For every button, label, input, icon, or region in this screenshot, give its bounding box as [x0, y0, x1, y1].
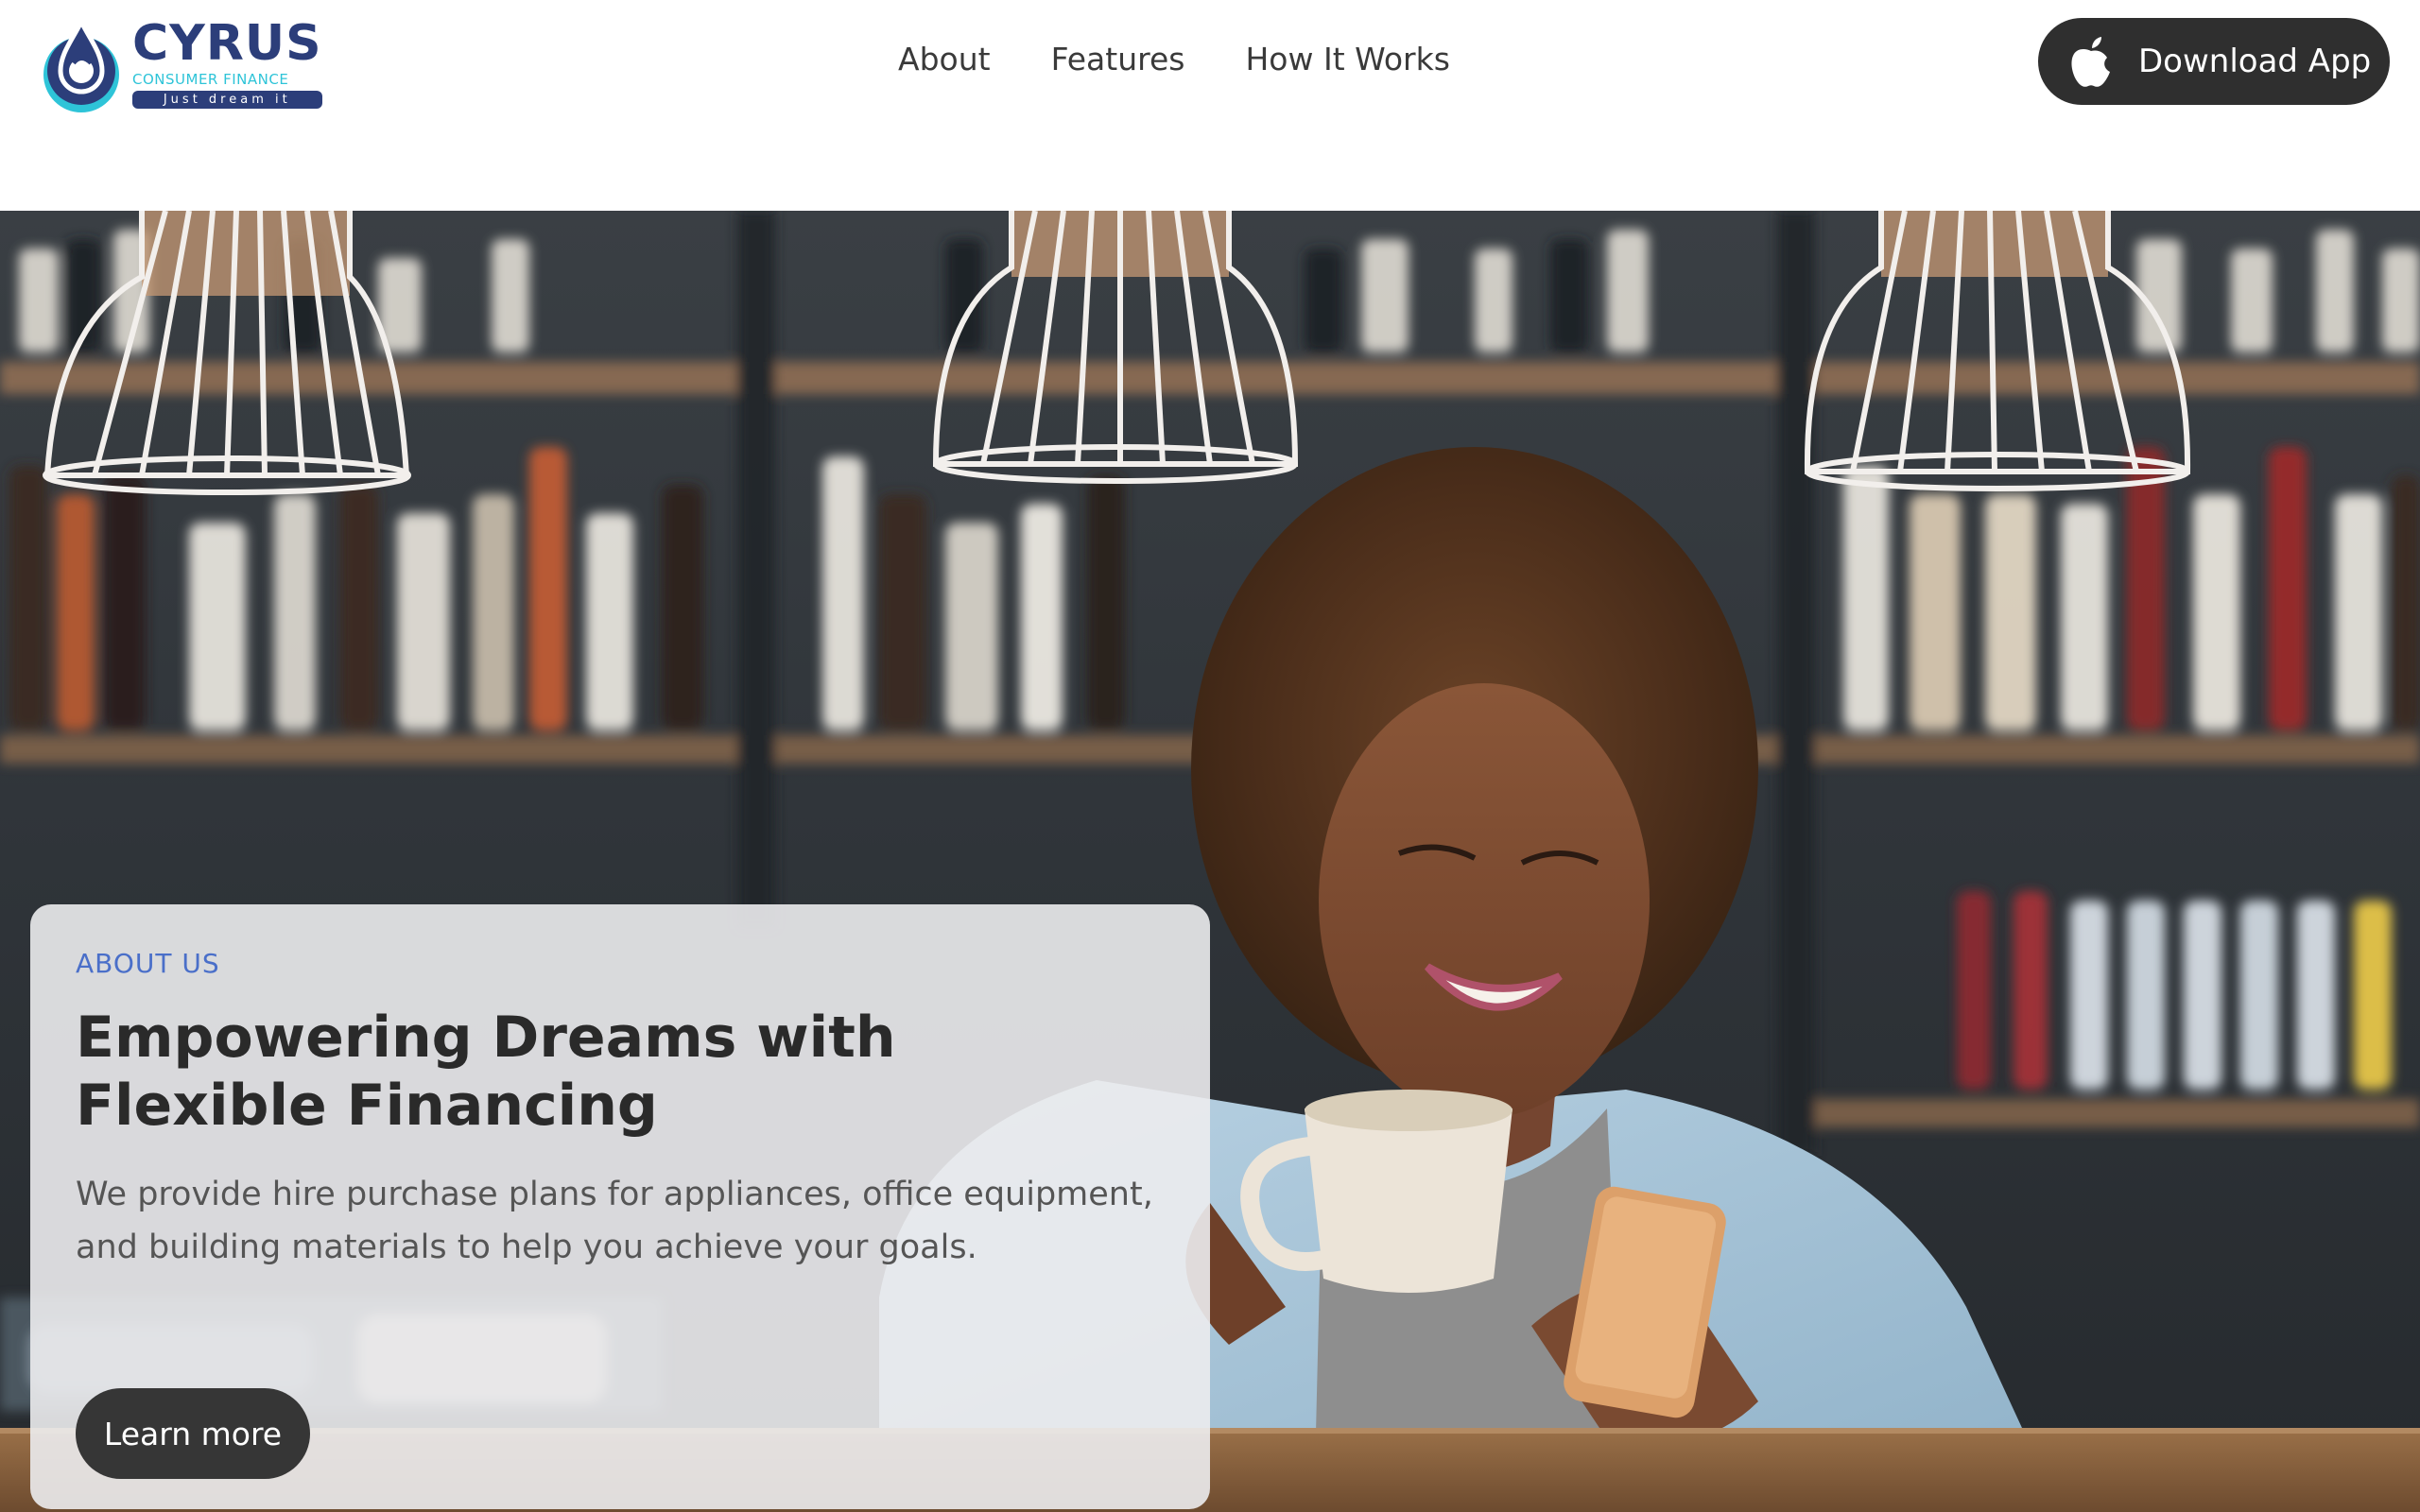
- apple-icon: [2071, 37, 2110, 87]
- brand-name: CYRUS: [132, 15, 322, 72]
- nav-link-features[interactable]: Features: [1051, 41, 1185, 77]
- about-description: We provide hire purchase plans for appli…: [76, 1176, 1153, 1266]
- about-title: Empowering Dreams with Flexible Financin…: [76, 1005, 896, 1139]
- brand-logo[interactable]: CYRUS CONSUMER FINANCE Just dream it: [40, 11, 323, 115]
- hero-section: ABOUT US Empowering Dreams with Flexible…: [0, 211, 2420, 1512]
- site-header: CYRUS CONSUMER FINANCE Just dream it Abo…: [0, 0, 2420, 211]
- brand-tagline: Just dream it: [132, 91, 322, 109]
- download-app-button[interactable]: Download App: [2038, 18, 2390, 105]
- learn-more-label: Learn more: [103, 1415, 283, 1452]
- download-app-label: Download App: [2138, 43, 2372, 80]
- learn-more-button[interactable]: Learn more: [76, 1388, 310, 1479]
- main-nav: About Features How It Works: [898, 32, 1450, 85]
- nav-link-how-it-works[interactable]: How It Works: [1245, 41, 1449, 77]
- about-card: ABOUT US Empowering Dreams with Flexible…: [30, 904, 1210, 1509]
- about-eyebrow: ABOUT US: [76, 948, 220, 979]
- brand-subtitle: CONSUMER FINANCE: [132, 71, 289, 88]
- nav-link-about[interactable]: About: [898, 41, 991, 77]
- droplet-logo-icon: [43, 16, 119, 112]
